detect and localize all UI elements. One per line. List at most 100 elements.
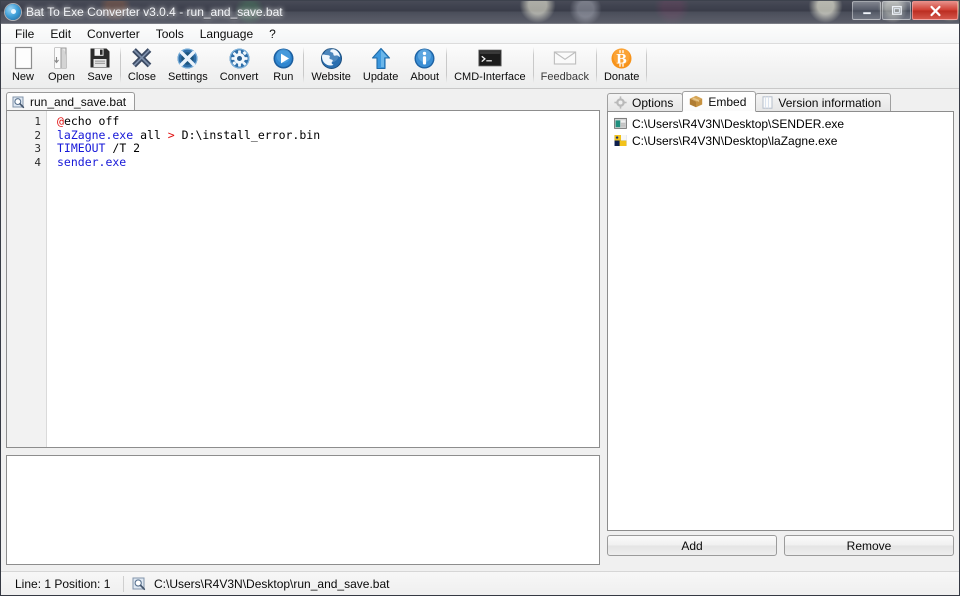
toolbar-label-save: Save (87, 71, 112, 83)
info-icon (413, 46, 437, 70)
toolbar-separator (120, 47, 121, 83)
toolbar-label-donate: Donate (604, 71, 639, 83)
add-button[interactable]: Add (607, 535, 777, 556)
list-item-path: C:\Users\R4V3N\Desktop\laZagne.exe (632, 134, 837, 148)
toolbar-button-save[interactable]: Save (81, 44, 119, 87)
toolbar-label-close: Close (128, 71, 156, 83)
status-separator (123, 576, 124, 592)
toolbar-button-donate[interactable]: B Donate (598, 44, 645, 87)
menu-item-language[interactable]: Language (192, 25, 261, 43)
code-editor[interactable]: 1 2 3 4 @echo offlaZagne.exe all > D:\in… (6, 110, 600, 448)
code-token: @ (57, 114, 64, 128)
toolbar-label-feedback: Feedback (541, 71, 589, 83)
toolbar-button-website[interactable]: Website (305, 44, 357, 87)
code-token: D:\install_error.bin (175, 128, 320, 142)
settings-gear-icon (176, 46, 200, 70)
embedded-files-list[interactable]: C:\Users\R4V3N\Desktop\SENDER.exe (607, 111, 954, 531)
exe-yellow-icon (613, 134, 627, 148)
toolbar-label-convert: Convert (220, 71, 259, 83)
remove-button[interactable]: Remove (784, 535, 954, 556)
list-item[interactable]: C:\Users\R4V3N\Desktop\laZagne.exe (610, 132, 953, 149)
convert-gear-icon (227, 46, 251, 70)
editor-gutter: 1 2 3 4 (7, 111, 47, 447)
list-item-path: C:\Users\R4V3N\Desktop\SENDER.exe (632, 117, 844, 131)
line-number: 1 (7, 115, 46, 129)
menu-item-tools[interactable]: Tools (148, 25, 192, 43)
menu-item-converter[interactable]: Converter (79, 25, 148, 43)
editor-tab-strip: run_and_save.bat (6, 91, 135, 111)
minimize-icon (861, 6, 873, 16)
line-number: 3 (7, 142, 46, 156)
menu-item-help[interactable]: ? (261, 25, 284, 43)
toolbar-label-open: Open (48, 71, 75, 83)
bitcoin-icon: B (610, 46, 634, 70)
minimize-button[interactable] (852, 1, 881, 20)
toolbar-label-settings: Settings (168, 71, 208, 83)
menu-item-file[interactable]: File (7, 25, 42, 43)
toolbar-button-about[interactable]: About (404, 44, 445, 87)
script-magnifier-icon (132, 577, 146, 591)
tab-options-label: Options (632, 96, 673, 110)
document-icon (762, 96, 773, 109)
code-token: sender.exe (57, 155, 126, 169)
toolbar: New Open (1, 44, 959, 89)
toolbar-label-website: Website (311, 71, 351, 83)
editor-code-text[interactable]: @echo offlaZagne.exe all > D:\install_er… (47, 111, 599, 447)
package-icon (689, 95, 703, 108)
menu-item-edit[interactable]: Edit (42, 25, 79, 43)
code-token: laZagne.exe (57, 128, 133, 142)
code-line: TIMEOUT /T 2 (57, 142, 599, 156)
toolbar-button-settings[interactable]: Settings (162, 44, 214, 87)
toolbar-label-run: Run (273, 71, 293, 83)
toolbar-button-convert[interactable]: Convert (214, 44, 265, 87)
list-item[interactable]: C:\Users\R4V3N\Desktop\SENDER.exe (610, 115, 953, 132)
tab-embed[interactable]: Embed (682, 91, 756, 112)
embed-action-buttons: Add Remove (607, 535, 954, 556)
editor-pane: run_and_save.bat 1 2 3 4 @echo offlaZagn… (6, 91, 602, 568)
right-panel-tab-strip: Options Embed (607, 91, 890, 112)
window-title: Bat To Exe Converter v3.0.4 - run_and_sa… (26, 5, 283, 19)
toolbar-label-new: New (12, 71, 34, 83)
code-line: laZagne.exe all > D:\install_error.bin (57, 129, 599, 143)
console-icon (478, 46, 502, 70)
menu-bar: File Edit Converter Tools Language ? (1, 24, 959, 44)
up-arrow-icon (369, 46, 393, 70)
toolbar-button-cmd-interface[interactable]: CMD-Interface (448, 44, 532, 87)
toolbar-separator (533, 47, 534, 83)
client-area: run_and_save.bat 1 2 3 4 @echo offlaZagn… (1, 89, 959, 571)
tab-version-information[interactable]: Version information (755, 93, 891, 112)
close-button[interactable] (912, 1, 958, 20)
toolbar-label-update: Update (363, 71, 398, 83)
toolbar-button-open[interactable]: Open (42, 44, 81, 87)
toolbar-button-new[interactable]: New (4, 44, 42, 87)
close-x-icon (130, 46, 154, 70)
toolbar-label-about: About (410, 71, 439, 83)
code-line: @echo off (57, 115, 599, 129)
toolbar-label-cmd-interface: CMD-Interface (454, 71, 526, 83)
title-bar[interactable]: Bat To Exe Converter v3.0.4 - run_and_sa… (0, 0, 960, 24)
output-panel[interactable] (6, 455, 600, 565)
app-gear-icon (5, 4, 21, 20)
toolbar-button-feedback[interactable]: Feedback (535, 44, 595, 87)
application-window: Bat To Exe Converter v3.0.4 - run_and_sa… (0, 0, 960, 596)
open-folder-icon (49, 46, 73, 70)
toolbar-button-update[interactable]: Update (357, 44, 404, 87)
file-path-status: C:\Users\R4V3N\Desktop\run_and_save.bat (132, 577, 389, 591)
code-token: TIMEOUT (57, 141, 105, 155)
toolbar-button-close[interactable]: Close (122, 44, 162, 87)
editor-tab-run-and-save[interactable]: run_and_save.bat (6, 92, 135, 111)
toolbar-button-run[interactable]: Run (264, 44, 302, 87)
envelope-icon (553, 46, 577, 70)
toolbar-separator (303, 47, 304, 83)
status-file-path: C:\Users\R4V3N\Desktop\run_and_save.bat (154, 577, 389, 591)
script-magnifier-icon (12, 96, 25, 109)
status-bar: Line: 1 Position: 1 C:\Users\R4V3N\Deskt… (1, 571, 959, 595)
play-run-icon (271, 46, 295, 70)
code-token: all (133, 128, 168, 142)
svg-text:B: B (616, 52, 627, 67)
line-number: 2 (7, 129, 46, 143)
toolbar-separator (646, 47, 647, 83)
tab-options[interactable]: Options (607, 93, 683, 112)
toolbar-separator (446, 47, 447, 83)
maximize-button[interactable] (882, 1, 911, 20)
